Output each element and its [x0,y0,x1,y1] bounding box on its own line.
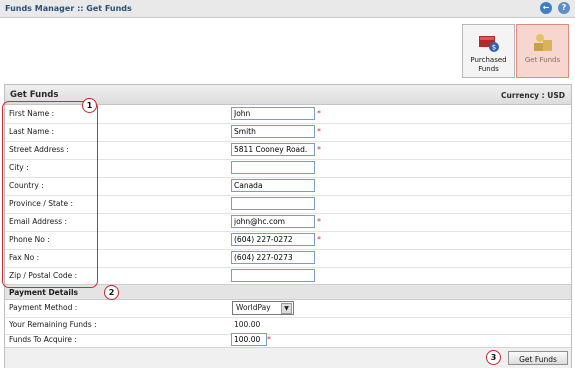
chevron-down-icon[interactable]: ▼ [281,303,292,314]
callout-outline [2,101,98,288]
get-funds-icon [534,34,552,51]
tile-label: Purchased [470,56,507,64]
funds-to-acquire-field[interactable] [231,333,267,346]
required-marker: * [317,109,321,118]
get-funds-tile[interactable]: Get Funds [516,24,569,78]
last-name-field[interactable] [231,125,315,138]
required-marker: * [317,235,321,244]
email-field[interactable] [231,215,315,228]
purchased-funds-icon: $ [479,36,499,52]
field-label: Payment Method : [9,303,78,312]
svg-text:$: $ [492,44,496,52]
back-arrow-icon[interactable]: ← [540,2,552,14]
required-marker: * [317,127,321,136]
first-name-field[interactable] [231,107,315,120]
purchased-funds-button[interactable]: $ Purchased Funds [462,24,515,78]
required-marker: * [267,335,271,344]
section-title: Payment Details [9,288,79,297]
tile-label: Funds [478,65,499,73]
street-address-field[interactable] [231,143,315,156]
field-label: Funds To Acquire : [9,335,77,344]
province-state-field[interactable] [231,197,315,210]
zip-postal-code-field[interactable] [231,269,315,282]
currency-label: Currency : USD [501,91,565,100]
required-marker: * [317,217,321,226]
selected-option: WorldPay [236,303,271,312]
fax-field[interactable] [231,251,315,264]
title-bar: Funds Manager :: Get Funds ← ? [0,0,575,18]
callout-marker-3: 3 [486,350,501,365]
tile-label: Get Funds [524,56,561,64]
field-label: Your Remaining Funds : [9,320,97,329]
payment-method-row: Payment Method : WorldPay ▼ [5,299,571,318]
payment-method-select[interactable]: WorldPay ▼ [232,301,294,315]
get-funds-button[interactable]: Get Funds [508,351,568,365]
callout-marker-2: 2 [104,285,119,300]
phone-field[interactable] [231,233,315,246]
country-field[interactable] [231,179,315,192]
required-marker: * [317,145,321,154]
page-title: Funds Manager :: Get Funds [5,4,132,13]
city-field[interactable] [231,161,315,174]
callout-marker-1: 1 [82,98,97,113]
remaining-funds-value: 100.00 [234,320,261,329]
help-icon[interactable]: ? [558,2,570,14]
panel-title: Get Funds [10,90,59,100]
